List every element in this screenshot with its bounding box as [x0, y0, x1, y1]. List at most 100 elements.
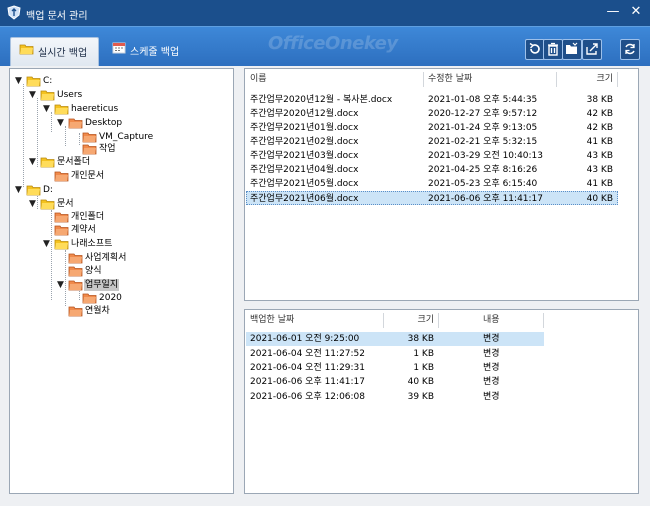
file-row[interactable]: 주간업무2020년12월 - 복사본.docx 2021-01-08 오후 5:… [246, 93, 618, 107]
folder-tree[interactable]: ▼ C: ▼ Users ▼ haereticus ▼ Desktop VM_C… [9, 68, 234, 494]
file-modified: 2021-01-24 오후 9:13:05 [428, 123, 538, 133]
file-row[interactable]: 주간업무2021년02월.docx 2021-02-21 오후 5:32:15 … [246, 135, 618, 149]
folder-icon [40, 90, 55, 101]
drive-icon [26, 185, 41, 196]
column-header-backup-date[interactable]: 백업한 날짜 [250, 314, 294, 326]
file-row[interactable]: 주간업무2020년12월.docx 2020-12-27 오후 9:57:12 … [246, 107, 618, 121]
delete-icon [548, 42, 558, 56]
expand-toggle-icon[interactable]: ▼ [15, 75, 25, 87]
backup-folder-icon [82, 144, 97, 155]
backup-content: 변경 [483, 349, 500, 359]
expand-toggle-icon[interactable]: ▼ [29, 156, 39, 168]
title-bar: 백업 문서 관리 — ✕ [0, 0, 650, 26]
backup-folder-icon [54, 171, 69, 182]
tree-item-label: 문서 [57, 199, 74, 209]
export-button[interactable] [582, 39, 602, 60]
expand-toggle-icon[interactable]: ▼ [29, 198, 39, 210]
tree-item-label: C: [43, 76, 53, 86]
refresh-icon [625, 43, 635, 55]
file-name: 주간업무2021년05월.docx [250, 179, 359, 189]
backup-date: 2021-06-04 오전 11:29:31 [250, 363, 366, 373]
minimize-button[interactable]: — [605, 4, 621, 20]
backup-folder-icon [68, 266, 83, 277]
column-header-name[interactable]: 이름 [250, 73, 267, 85]
file-name: 주간업무2021년01월.docx [250, 123, 359, 133]
restore-icon [529, 42, 540, 54]
backup-date: 2021-06-06 오후 12:06:08 [250, 392, 366, 402]
close-button[interactable]: ✕ [628, 4, 644, 20]
file-name: 주간업무2021년02월.docx [250, 137, 359, 147]
open-folder-button[interactable] [562, 39, 582, 60]
history-row-selected[interactable]: 2021-06-01 오전 9:25:00 38 KB 변경 [246, 332, 544, 346]
folder-icon [54, 239, 69, 250]
backup-content: 변경 [483, 377, 500, 387]
backup-date: 2021-06-04 오전 11:27:52 [250, 349, 366, 359]
column-header-modified[interactable]: 수정한 날짜 [428, 73, 472, 85]
tree-item-label: Users [57, 90, 83, 100]
expand-toggle-icon[interactable]: ▼ [43, 103, 53, 115]
delete-button[interactable] [543, 39, 563, 60]
tree-item-label: Desktop [85, 118, 123, 128]
column-header-size[interactable]: 크기 [388, 314, 434, 326]
folder-icon [19, 38, 34, 68]
drive-icon [26, 76, 41, 87]
backup-history-list[interactable]: 백업한 날짜 크기 내용 2021-06-01 오전 9:25:00 38 KB… [244, 309, 639, 494]
backup-folder-icon [68, 280, 83, 291]
file-modified: 2021-01-08 오후 5:44:35 [428, 95, 538, 105]
tree-item-label: VM_Capture [99, 132, 154, 142]
column-header-content[interactable]: 내용 [483, 314, 500, 326]
brand-watermark: OfficeOnekey [268, 33, 398, 54]
tab-schedule-backup[interactable]: 스케줄 백업 [104, 37, 204, 67]
history-row[interactable]: 2021-06-06 오후 11:41:17 40 KB 변경 [246, 375, 544, 389]
backup-folder-icon [82, 293, 97, 304]
expand-toggle-icon[interactable]: ▼ [43, 238, 53, 250]
window-title: 백업 문서 관리 [26, 11, 88, 22]
backup-folder-icon [68, 253, 83, 264]
backup-size: 39 KB [407, 392, 434, 402]
column-header-size[interactable]: 크기 [561, 73, 613, 85]
file-size: 43 KB [586, 151, 613, 161]
file-name: 주간업무2021년04월.docx [250, 165, 359, 175]
file-size: 42 KB [586, 123, 613, 133]
tree-item-label: haereticus [71, 104, 119, 114]
tree-item-label: 양식 [85, 266, 102, 276]
expand-toggle-icon[interactable]: ▼ [15, 184, 25, 196]
file-row[interactable]: 주간업무2021년03월.docx 2021-03-29 오전 10:40:13… [246, 149, 618, 163]
history-row[interactable]: 2021-06-04 오전 11:27:52 1 KB 변경 [246, 347, 544, 361]
file-size: 41 KB [586, 179, 613, 189]
file-row[interactable]: 주간업무2021년05월.docx 2021-05-23 오후 6:15:40 … [246, 177, 618, 191]
file-size: 42 KB [586, 109, 613, 119]
file-modified: 2021-05-23 오후 6:15:40 [428, 179, 538, 189]
expand-toggle-icon[interactable]: ▼ [57, 279, 67, 291]
refresh-button[interactable] [620, 39, 640, 60]
export-icon [586, 43, 598, 55]
file-name: 주간업무2021년06월.docx [250, 194, 359, 204]
expand-toggle-icon[interactable]: ▼ [29, 89, 39, 101]
calendar-icon [112, 37, 126, 67]
tree-item-label: 사업계획서 [85, 253, 127, 263]
backup-folder-icon [68, 118, 83, 129]
file-row[interactable]: 주간업무2021년04월.docx 2021-04-25 오후 8:16:26 … [246, 163, 618, 177]
file-name: 주간업무2021년03월.docx [250, 151, 359, 161]
backup-size: 1 KB [413, 363, 434, 373]
backup-folder-icon [68, 306, 83, 317]
file-row[interactable]: 주간업무2021년01월.docx 2021-01-24 오후 9:13:05 … [246, 121, 618, 135]
backup-folder-icon [82, 132, 97, 143]
restore-button[interactable] [525, 39, 545, 60]
file-modified: 2020-12-27 오후 9:57:12 [428, 109, 538, 119]
main-content: ▼ C: ▼ Users ▼ haereticus ▼ Desktop VM_C… [0, 66, 650, 506]
file-row-selected[interactable]: 주간업무2021년06월.docx 2021-06-06 오후 11:41:17… [246, 191, 618, 205]
file-modified: 2021-03-29 오전 10:40:13 [428, 151, 544, 161]
history-row[interactable]: 2021-06-04 오전 11:29:31 1 KB 변경 [246, 361, 544, 375]
backup-folder-icon [54, 212, 69, 223]
history-row[interactable]: 2021-06-06 오후 12:06:08 39 KB 변경 [246, 390, 544, 404]
backup-folder-icon [54, 225, 69, 236]
expand-toggle-icon[interactable]: ▼ [57, 117, 67, 129]
tree-item-label: 문서폴더 [57, 157, 91, 167]
file-list[interactable]: 이름 수정한 날짜 크기 주간업무2020년12월 - 복사본.docx 202… [244, 68, 639, 301]
shield-icon [7, 5, 21, 20]
tree-item-label: 나래소프트 [71, 239, 113, 249]
tab-live-backup[interactable]: 실시간 백업 [10, 37, 99, 67]
tree-item-label: 계약서 [71, 225, 96, 235]
tree-item-label: 작업 [99, 144, 116, 154]
